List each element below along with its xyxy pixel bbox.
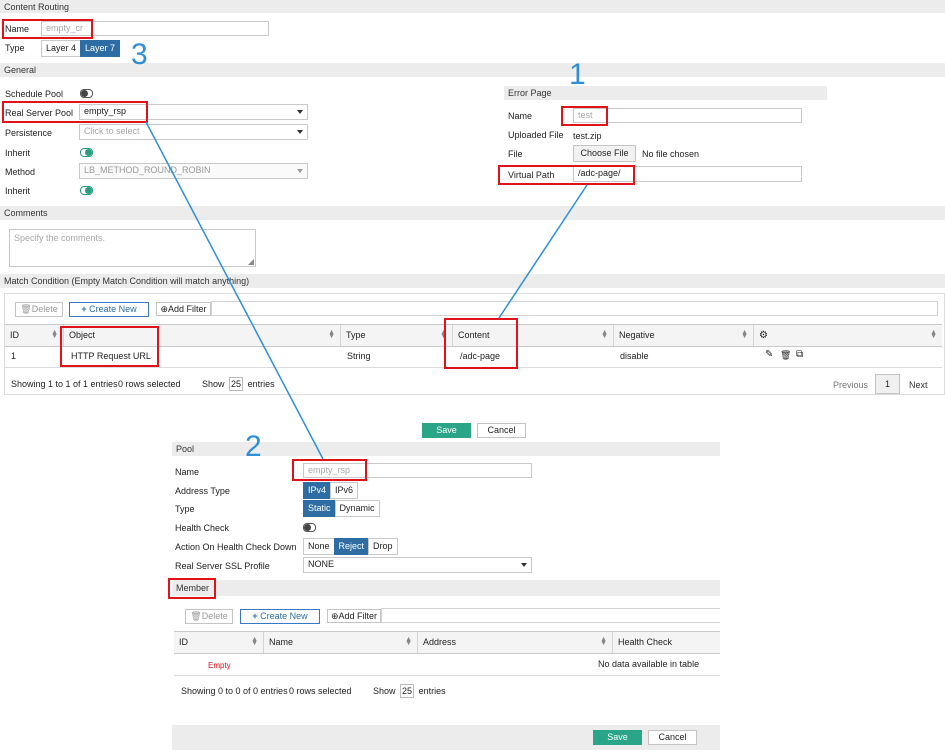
annotation-connector-lines [145, 121, 588, 460]
connector-line-pool [145, 121, 324, 460]
connector-line-virtual-path [498, 184, 588, 319]
